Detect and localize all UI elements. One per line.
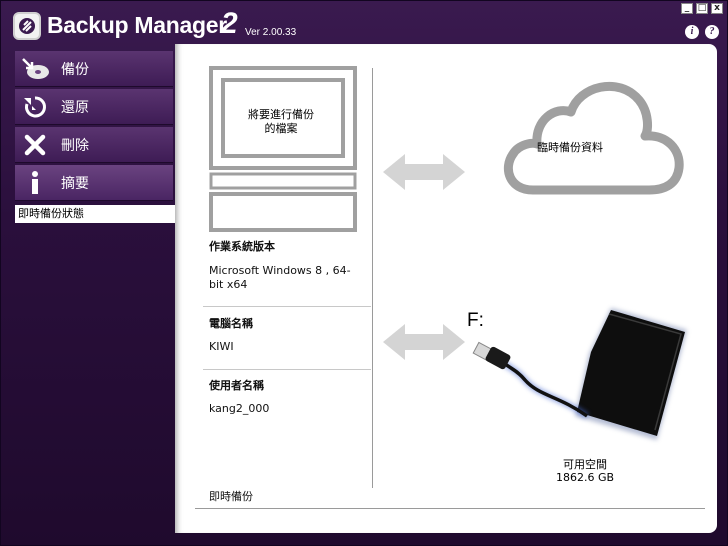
app-window: Backup Manager 2 Ver 2.00.33 _ □ x i ? 備… [0, 0, 728, 546]
sidebar-item-label: 刪除 [61, 137, 89, 154]
user-name-label: 使用者名稱 [209, 379, 264, 392]
sidebar-item-restore[interactable]: 還原 [15, 89, 173, 125]
title-bar: Backup Manager 2 Ver 2.00.33 _ □ x i ? [1, 1, 728, 45]
computer-caption: 將要進行備份 的檔案 [248, 108, 314, 135]
delete-icon [15, 127, 55, 163]
help-controls: i ? [685, 25, 719, 39]
sidebar: 備份 還原 刪除 摘要 即時備份狀態 [15, 51, 177, 531]
external-drive-icon [472, 308, 687, 440]
app-title: Backup Manager [47, 12, 227, 38]
sidebar-item-backup[interactable]: 備份 [15, 51, 173, 87]
sidebar-item-label: 備份 [61, 61, 89, 78]
sidebar-item-label: 還原 [61, 99, 89, 116]
os-value: Microsoft Windows 8 , 64-bit x64 [209, 264, 351, 291]
app-version: Ver 2.00.33 [245, 27, 297, 38]
user-name-value: kang2_000 [209, 402, 270, 415]
computer-name-label: 電腦名稱 [209, 317, 253, 330]
sidebar-item-label: 摘要 [61, 175, 89, 192]
app-logo-icon [13, 12, 41, 40]
center-divider [372, 68, 373, 488]
sync-arrow-icon [383, 324, 465, 360]
free-space-label: 可用空間 [563, 458, 607, 471]
cloud-caption: 臨時備份資料 [537, 141, 603, 154]
backup-icon [15, 51, 55, 87]
sidebar-subitem-live-backup-status[interactable]: 即時備份狀態 [15, 205, 177, 223]
close-button[interactable]: x [711, 3, 723, 14]
restore-icon [15, 89, 55, 125]
window-controls: _ □ x [681, 3, 723, 14]
divider [203, 369, 371, 370]
divider [203, 306, 371, 307]
info-button[interactable]: i [685, 25, 699, 39]
app-title-number: 2 [221, 7, 238, 40]
computer-name-value: KIWI [209, 340, 234, 353]
main-panel: 將要進行備份 的檔案 作業系統版本 Microsoft Windows 8 , … [175, 44, 717, 533]
minimize-button[interactable]: _ [681, 3, 693, 14]
computer-icon [209, 66, 357, 232]
os-label: 作業系統版本 [209, 240, 275, 253]
sidebar-item-summary[interactable]: 摘要 [15, 165, 173, 201]
maximize-button[interactable]: □ [696, 3, 708, 14]
status-divider [195, 508, 705, 509]
sidebar-item-delete[interactable]: 刪除 [15, 127, 173, 163]
cloud-icon [503, 81, 684, 195]
sync-arrow-icon [383, 154, 465, 190]
help-button[interactable]: ? [705, 25, 719, 39]
info-icon [15, 165, 55, 201]
live-backup-status: 即時備份 [209, 490, 253, 503]
free-space-value: 1862.6 GB [555, 471, 615, 484]
